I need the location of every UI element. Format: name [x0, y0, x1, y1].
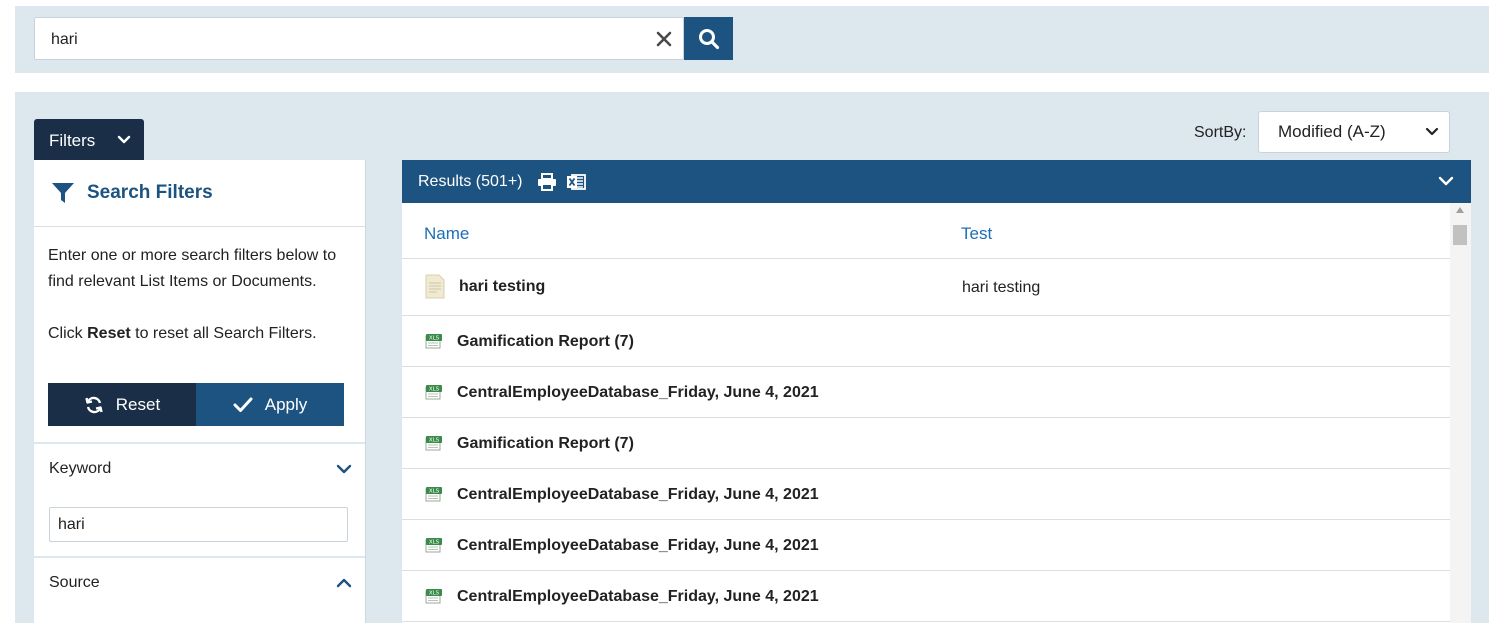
filter-actions: Reset Apply [48, 383, 344, 426]
source-label: Source [49, 574, 100, 591]
apply-button[interactable]: Apply [196, 383, 344, 426]
refresh-icon [85, 396, 103, 413]
search-filters-title: Search Filters [87, 182, 213, 203]
row-name[interactable]: CentralEmployeeDatabase_Friday, June 4, … [457, 384, 819, 402]
table-row[interactable]: XLS CentralEmployeeDatabase_Friday, June … [402, 571, 1450, 622]
scroll-thumb[interactable] [1453, 225, 1467, 245]
filter-icon [52, 183, 74, 203]
scroll-up-arrow[interactable] [1456, 207, 1464, 213]
check-icon [233, 397, 253, 412]
filters-toggle-button[interactable]: Filters [34, 119, 144, 162]
results-title: Results (501+) [418, 172, 523, 190]
excel-file-icon: XLS [425, 333, 443, 354]
excel-export-icon[interactable] [566, 173, 586, 191]
row-name[interactable]: CentralEmployeeDatabase_Friday, June 4, … [457, 486, 819, 504]
results-scrollbar[interactable] [1450, 203, 1471, 623]
row-name[interactable]: CentralEmployeeDatabase_Friday, June 4, … [457, 588, 819, 606]
table-row[interactable]: XLS Gamification Report (7) [402, 316, 1450, 367]
reset-hint-prefix: Click [48, 325, 88, 342]
keyword-input[interactable] [49, 507, 348, 542]
row-name[interactable]: Gamification Report (7) [457, 435, 634, 453]
excel-file-icon: XLS [425, 435, 443, 456]
keyword-filter: Keyword [34, 444, 365, 557]
svg-text:XLS: XLS [429, 387, 440, 393]
filters-tab-label: Filters [49, 130, 96, 150]
source-filter: Source [34, 558, 365, 623]
search-icon [698, 28, 719, 49]
results-panel: Results (501+) Name Test hari testing ha… [402, 160, 1471, 623]
table-header: Name Test [402, 203, 1450, 259]
table-row[interactable]: XLS CentralEmployeeDatabase_Friday, June … [402, 469, 1450, 520]
excel-file-icon: XLS [425, 486, 443, 507]
chevron-down-icon[interactable] [335, 462, 353, 476]
reset-hint-suffix: to reset all Search Filters. [130, 325, 317, 342]
keyword-label: Keyword [49, 460, 112, 477]
chevron-down-icon [1425, 127, 1439, 136]
svg-text:XLS: XLS [429, 540, 440, 546]
svg-text:XLS: XLS [429, 489, 440, 495]
table-row[interactable]: XLS CentralEmployeeDatabase_Friday, June … [402, 367, 1450, 418]
table-row[interactable]: XLS Gamification Report (7) [402, 418, 1450, 469]
main-content: Filters Search Filters Enter one or more… [15, 92, 1489, 623]
sort-by-select[interactable]: Modified (A-Z) [1258, 111, 1450, 153]
chevron-up-icon[interactable] [335, 576, 353, 590]
svg-text:XLS: XLS [429, 336, 440, 342]
column-header-test[interactable]: Test [961, 224, 992, 244]
search-input[interactable] [49, 18, 643, 61]
search-box [34, 17, 684, 61]
search-filters-panel: Search Filters Enter one or more search … [34, 160, 366, 623]
table-row[interactable]: hari testing hari testing [402, 259, 1450, 316]
print-icon[interactable] [537, 172, 557, 191]
row-name[interactable]: Gamification Report (7) [457, 333, 634, 351]
table-row[interactable]: XLS CentralEmployeeDatabase_Friday, June … [402, 520, 1450, 571]
apply-label: Apply [264, 394, 308, 414]
excel-file-icon: XLS [425, 588, 443, 609]
results-table: Name Test hari testing hari testing XLS Gam… [402, 203, 1450, 623]
svg-text:XLS: XLS [429, 591, 440, 597]
filters-description: Enter one or more search filters below t… [34, 227, 365, 347]
chevron-down-icon[interactable] [1437, 174, 1455, 188]
excel-file-icon: XLS [425, 384, 443, 405]
excel-file-icon: XLS [425, 537, 443, 558]
sort-by-label: SortBy: [1194, 124, 1247, 141]
filters-description-text: Enter one or more search filters below t… [48, 247, 337, 290]
chevron-down-icon [117, 135, 131, 144]
svg-text:XLS: XLS [429, 438, 440, 444]
results-header: Results (501+) [402, 160, 1471, 203]
reset-hint-bold: Reset [87, 325, 131, 342]
close-icon[interactable] [653, 28, 675, 50]
row-name[interactable]: hari testing [459, 278, 545, 296]
sort-selected-value: Modified (A-Z) [1278, 122, 1386, 141]
row-name[interactable]: CentralEmployeeDatabase_Friday, June 4, … [457, 537, 819, 555]
search-bar-area [15, 6, 1489, 73]
row-test: hari testing [962, 279, 1041, 296]
reset-button[interactable]: Reset [48, 383, 196, 426]
search-button[interactable] [684, 17, 733, 60]
reset-hint: Click Reset to reset all Search Filters. [48, 321, 351, 347]
reset-label: Reset [115, 394, 161, 414]
column-header-name[interactable]: Name [424, 224, 469, 244]
search-filters-header: Search Filters [34, 160, 365, 227]
document-icon [425, 274, 445, 304]
